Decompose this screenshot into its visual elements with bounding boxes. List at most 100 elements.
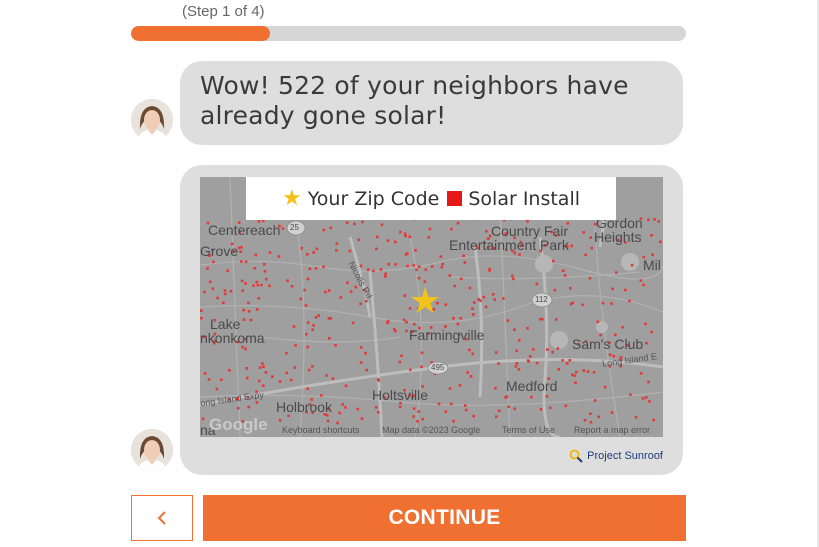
solar-install-marker [444,303,448,306]
solar-install-marker [448,387,452,390]
solar-install-marker [307,368,311,372]
solar-install-marker [400,354,403,358]
solar-install-marker [203,290,206,294]
solar-install-marker [511,274,514,278]
solar-install-marker [535,282,539,286]
solar-install-marker [294,344,297,347]
solar-install-marker [450,402,453,406]
solar-install-marker [549,406,552,410]
solar-install-marker [394,240,397,244]
road-shield-25: 25 [290,223,299,232]
solar-install-marker [263,270,267,273]
map-data-text: Map data ©2023 Google [382,425,481,435]
solar-install-marker [472,313,475,316]
solar-install-marker [361,220,364,224]
solar-install-marker [203,372,207,375]
solar-install-marker [468,348,471,352]
solar-install-marker [300,246,303,250]
solar-install-marker [376,235,379,239]
place-label-holbrook: Holbrook [276,399,333,415]
solar-install-marker [569,286,572,290]
solar-install-marker [349,290,353,293]
solar-install-marker [506,319,510,322]
solar-install-marker [247,405,250,409]
solar-install-marker [589,236,592,239]
solar-install-marker [359,346,363,349]
solar-install-marker [277,255,281,258]
solar-install-marker [488,269,491,272]
solar-install-marker [372,269,375,273]
solar-install-marker [421,417,424,421]
solar-install-marker [621,325,624,329]
solar-install-marker [254,253,258,257]
solar-install-marker [482,295,486,299]
solar-install-marker [240,279,244,283]
solar-install-marker [379,268,383,271]
map-attribution: Keyboard shortcuts Map data ©2023 Google… [200,424,663,437]
solar-install-marker [328,337,331,340]
solar-install-marker [424,268,428,271]
solar-install-marker [237,246,241,250]
solar-install-marker [568,359,572,362]
solar-install-marker [327,317,331,320]
solar-install-marker [477,298,480,301]
place-label-sams-club: Sam's Club [572,336,644,352]
solar-install-marker [247,310,251,313]
chevron-left-icon [157,511,166,525]
solar-install-marker [339,296,343,299]
solar-install-marker [365,368,368,372]
solar-install-marker [325,374,328,377]
solar-install-marker [440,265,444,269]
solar-install-marker [529,355,532,358]
solar-install-marker [314,267,318,270]
solar-install-marker [659,240,662,244]
continue-button[interactable]: CONTINUE [203,495,686,541]
solar-install-marker [408,235,412,239]
solar-install-marker [253,267,257,270]
solar-install-marker [413,322,416,326]
solar-install-marker [314,316,318,319]
step-indicator: (Step 1 of 4) [182,3,265,20]
solar-install-marker [271,375,274,378]
report-map-error-link[interactable]: Report a map error [574,425,650,435]
solar-install-marker [642,283,645,287]
solar-install-marker [244,282,247,285]
solar-install-marker [634,415,638,419]
solar-install-marker [360,417,364,420]
solar-install-marker [417,410,421,413]
solar-install-map[interactable]: 25 112 495 Centereach Grove Country Fair… [200,177,663,437]
zip-code-star-icon: ★ [409,280,442,321]
solar-install-marker [215,387,219,391]
solar-install-marker [464,408,468,412]
solar-install-marker [494,387,497,390]
solar-install-marker [406,264,409,268]
solar-install-marker [402,318,406,322]
solar-install-marker [303,288,306,292]
terms-link[interactable]: Terms of Use [502,425,555,435]
place-label-holtsville: Holtsville [372,387,429,403]
solar-install-marker [207,378,211,381]
solar-install-marker [515,349,518,353]
solar-install-marker [306,345,309,349]
solar-install-marker [471,352,475,356]
solar-install-marker [630,263,634,267]
back-button[interactable] [131,495,193,541]
solar-install-marker [615,271,618,274]
solar-install-marker [592,371,596,374]
solar-install-marker [460,277,463,281]
solar-install-marker [359,264,363,268]
solar-install-marker [608,353,612,357]
solar-install-marker [468,286,472,290]
keyboard-shortcuts-link[interactable]: Keyboard shortcuts [282,425,360,435]
solar-install-marker [561,269,565,272]
solar-install-marker [504,396,507,399]
solar-install-marker [541,317,544,321]
solar-install-marker [311,328,314,331]
solar-install-marker [394,263,397,266]
solar-install-marker [652,418,655,422]
solar-install-marker [222,301,225,305]
solar-install-marker [611,287,614,291]
solar-install-marker [200,316,203,320]
solar-install-marker [437,402,441,406]
solar-install-marker [353,222,356,226]
